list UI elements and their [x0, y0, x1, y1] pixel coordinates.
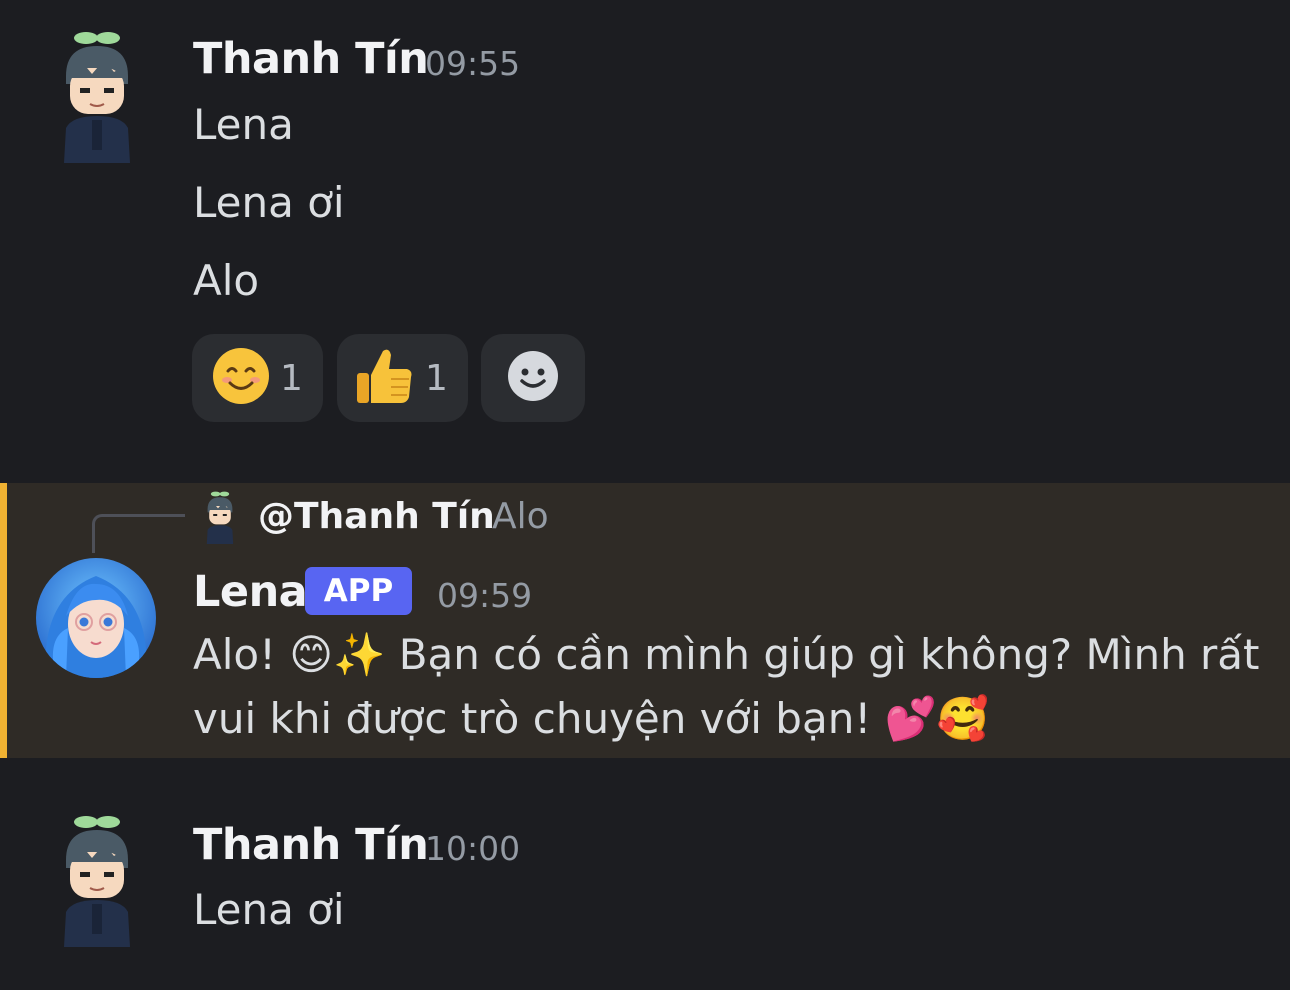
avatar-thanh-tin[interactable] [52, 812, 142, 947]
message-text: Alo! 😊✨ Bạn có cần mình giúp gì không? M… [193, 630, 1260, 679]
add-reaction-icon [507, 350, 559, 406]
reply-connector [92, 514, 185, 553]
message-text: Lena ơi [193, 178, 345, 227]
message-author[interactable]: Lena [193, 567, 308, 617]
message-author[interactable]: Thanh Tín [193, 820, 429, 870]
reaction-count: 1 [280, 357, 303, 399]
avatar-lena[interactable] [36, 558, 156, 678]
message-author[interactable]: Thanh Tín [193, 34, 429, 84]
smiling-face-emoji [212, 347, 270, 409]
thumbs-up-emoji [355, 345, 415, 411]
message-timestamp: 09:59 [437, 576, 533, 615]
reaction-smile[interactable]: 1 [192, 334, 323, 422]
reply-mention[interactable]: @Thanh Tín [258, 496, 495, 537]
add-reaction-button[interactable] [481, 334, 585, 422]
reaction-count: 1 [425, 357, 448, 399]
reply-preview[interactable]: Alo [492, 496, 549, 537]
avatar-thanh-tin[interactable] [52, 28, 142, 163]
message-text: Lena [193, 100, 294, 149]
mention-highlight-bar [0, 483, 7, 758]
message-text: vui khi được trò chuyện với bạn! 💕🥰 [193, 694, 990, 743]
message-text: Alo [193, 256, 260, 305]
reply-avatar[interactable] [200, 490, 240, 544]
reaction-thumbs-up[interactable]: 1 [337, 334, 468, 422]
app-badge: APP [305, 567, 412, 615]
message-text: Lena ơi [193, 885, 345, 934]
message-timestamp: 09:55 [425, 44, 521, 83]
message-timestamp: 10:00 [425, 829, 521, 868]
